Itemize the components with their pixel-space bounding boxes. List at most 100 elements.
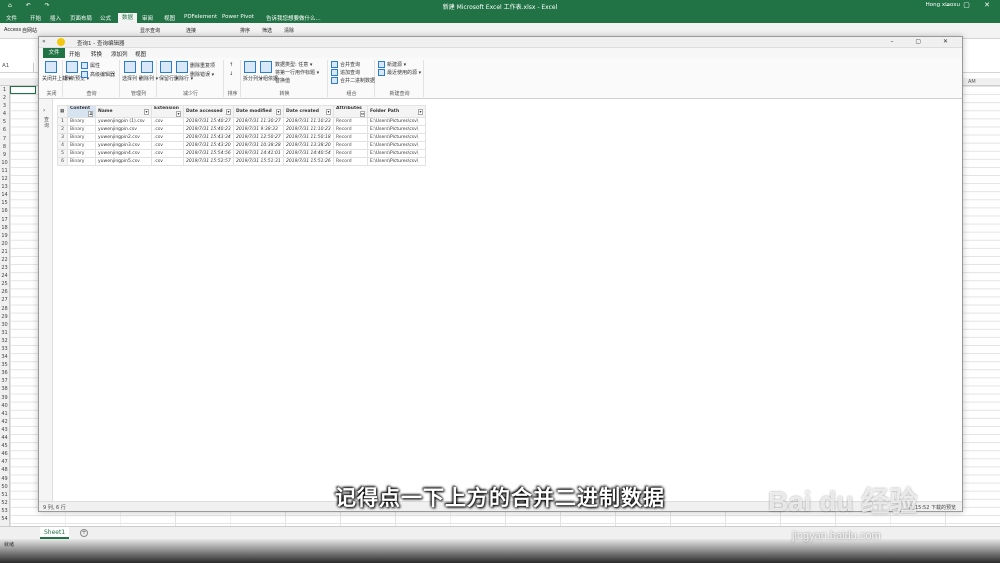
cell-attributes[interactable]: Record [333,117,368,126]
row-header[interactable]: 15 [0,199,9,207]
ribbon-access[interactable]: Access [4,27,21,33]
row-header[interactable]: 35 [0,361,9,369]
row-header[interactable]: 42 [0,418,9,426]
row-header[interactable]: 37 [0,377,9,385]
expand-icon[interactable]: ⇔ [360,111,365,117]
tab-formulas[interactable]: 公式 [100,14,111,22]
column-header-am[interactable]: AM [968,79,976,85]
pq-tab-transform[interactable]: 转换 [91,50,102,58]
row-header[interactable]: 39 [0,394,9,402]
tab-insert[interactable]: 插入 [50,14,61,22]
combine-binaries-button[interactable]: 合并二进制数据 [331,77,375,84]
cell-content[interactable]: Binary [67,141,96,150]
cell-attributes[interactable]: Record [333,157,368,166]
row-header[interactable]: 40 [0,402,9,410]
row-header[interactable]: 10 [0,159,9,167]
active-cell[interactable] [10,86,36,94]
row-header[interactable]: 26 [0,288,9,296]
row-header[interactable]: 48 [0,466,9,474]
column-header-date-modified[interactable]: Date modified ▾ [233,105,284,118]
tab-pdfelement[interactable]: PDFelement [184,14,217,20]
cell-content[interactable]: Binary [67,117,96,126]
use-first-row-as-headers-button[interactable]: 将第一行用作标题 ▾ [275,69,319,76]
table-corner[interactable]: ▦ [57,105,68,118]
ribbon-connections[interactable]: 连接 [186,27,196,34]
append-queries-button[interactable]: 追加查询 [331,69,360,76]
pq-tab-add-column[interactable]: 添加列 [111,50,128,58]
column-header-date-created[interactable]: Date created ▾ [283,105,334,118]
cell-attributes[interactable]: Record [333,133,368,142]
row-header[interactable]: 3 [0,102,9,110]
row-header[interactable]: 25 [0,280,9,288]
ribbon-filter[interactable]: 筛选 [262,27,272,34]
cell-attributes[interactable]: Record [333,141,368,150]
tab-page-layout[interactable]: 页面布局 [70,14,92,22]
data-type-dropdown[interactable]: 数据类型: 任意 ▾ [275,61,312,68]
window-controls[interactable]: – ▢ ✕ [946,1,996,9]
back-icon[interactable]: « [42,38,46,45]
row-header[interactable]: 41 [0,410,9,418]
tell-me-search[interactable]: 告诉我您想要做什么... [266,14,321,22]
column-header-attributes[interactable]: Attributes ⇔ [333,105,368,118]
ribbon-show-queries[interactable]: 显示查询 [140,27,160,34]
advanced-editor-button[interactable]: 高级编辑器 [81,71,115,78]
row-header[interactable]: 30 [0,321,9,329]
row-header[interactable]: 23 [0,264,9,272]
column-header-content[interactable]: Content ⇊ [67,105,96,118]
row-header[interactable]: 38 [0,385,9,393]
row-header[interactable]: 12 [0,175,9,183]
tab-data[interactable]: 数据 [118,13,138,23]
row-header[interactable]: 28 [0,305,9,313]
row-header[interactable]: 2 [0,94,9,102]
row-header[interactable]: 16 [0,207,9,215]
new-source-button[interactable]: 新建源 ▾ [378,61,406,68]
expand-pane-icon[interactable]: › [43,107,45,114]
column-header-name[interactable]: Name ▾ [95,105,152,118]
row-header[interactable]: 34 [0,353,9,361]
row-header[interactable]: 6 [0,126,9,134]
replace-values-button[interactable]: 替换值 [275,77,290,84]
row-header[interactable]: 13 [0,183,9,191]
table-row[interactable]: 2 Binary yuwenjingpin.csv .csv 2019/7/31… [57,125,426,134]
ribbon-web[interactable]: 自网站 [22,27,37,34]
row-header[interactable]: 20 [0,240,9,248]
tab-power-pivot[interactable]: Power Pivot [222,14,254,20]
row-header[interactable]: 18 [0,224,9,232]
pq-tab-view[interactable]: 视图 [135,50,146,58]
remove-duplicates-button[interactable]: 删除重复项 [190,62,215,69]
query-editor-window-controls[interactable]: – ▢ ✕ [890,38,958,45]
row-header[interactable]: 45 [0,442,9,450]
row-header[interactable]: 24 [0,272,9,280]
row-header[interactable]: 36 [0,369,9,377]
row-header[interactable]: 14 [0,191,9,199]
row-header[interactable]: 17 [0,216,9,224]
row-header[interactable]: 11 [0,167,9,175]
ribbon-clear[interactable]: 清除 [284,27,294,34]
table-row[interactable]: 6 Binary yuwenjingpin5.csv .csv 2019/7/3… [57,157,426,166]
table-row[interactable]: 4 Binary yuwenjingpin3.csv .csv 2019/7/3… [57,141,426,150]
filter-dropdown-icon[interactable]: ▾ [226,108,231,115]
row-header[interactable]: 43 [0,426,9,434]
cell-content[interactable]: Binary [67,125,96,134]
row-header[interactable]: 27 [0,296,9,304]
filter-dropdown-icon[interactable]: ▾ [176,111,181,117]
row-header[interactable]: 21 [0,248,9,256]
cell-attributes[interactable]: Record [333,149,368,158]
filter-dropdown-icon[interactable]: ▾ [144,108,149,115]
tab-file[interactable]: 文件 [6,14,17,22]
row-header[interactable]: 1 [0,86,9,94]
cell-content[interactable]: Binary [67,133,96,142]
tab-review[interactable]: 审阅 [142,14,153,22]
column-header-folder-path[interactable]: Folder Path ▾ [367,105,426,118]
recent-sources-button[interactable]: 最近使用的源 ▾ [378,69,421,76]
add-sheet-button[interactable]: + [80,529,88,537]
row-header[interactable]: 22 [0,256,9,264]
remove-errors-button[interactable]: 删除错误 ▾ [190,71,214,78]
row-header[interactable]: 54 [0,515,9,523]
cell-content[interactable]: Binary [67,157,96,166]
tab-home[interactable]: 开始 [30,14,41,22]
cell-attributes[interactable]: Record [333,125,368,134]
remove-columns-button[interactable]: 删除列 ▾ [139,75,158,82]
pq-tab-file[interactable]: 文件 [43,48,65,58]
table-row[interactable]: 1 Binary yuwenjingpin (1).csv .csv 2019/… [57,117,426,126]
